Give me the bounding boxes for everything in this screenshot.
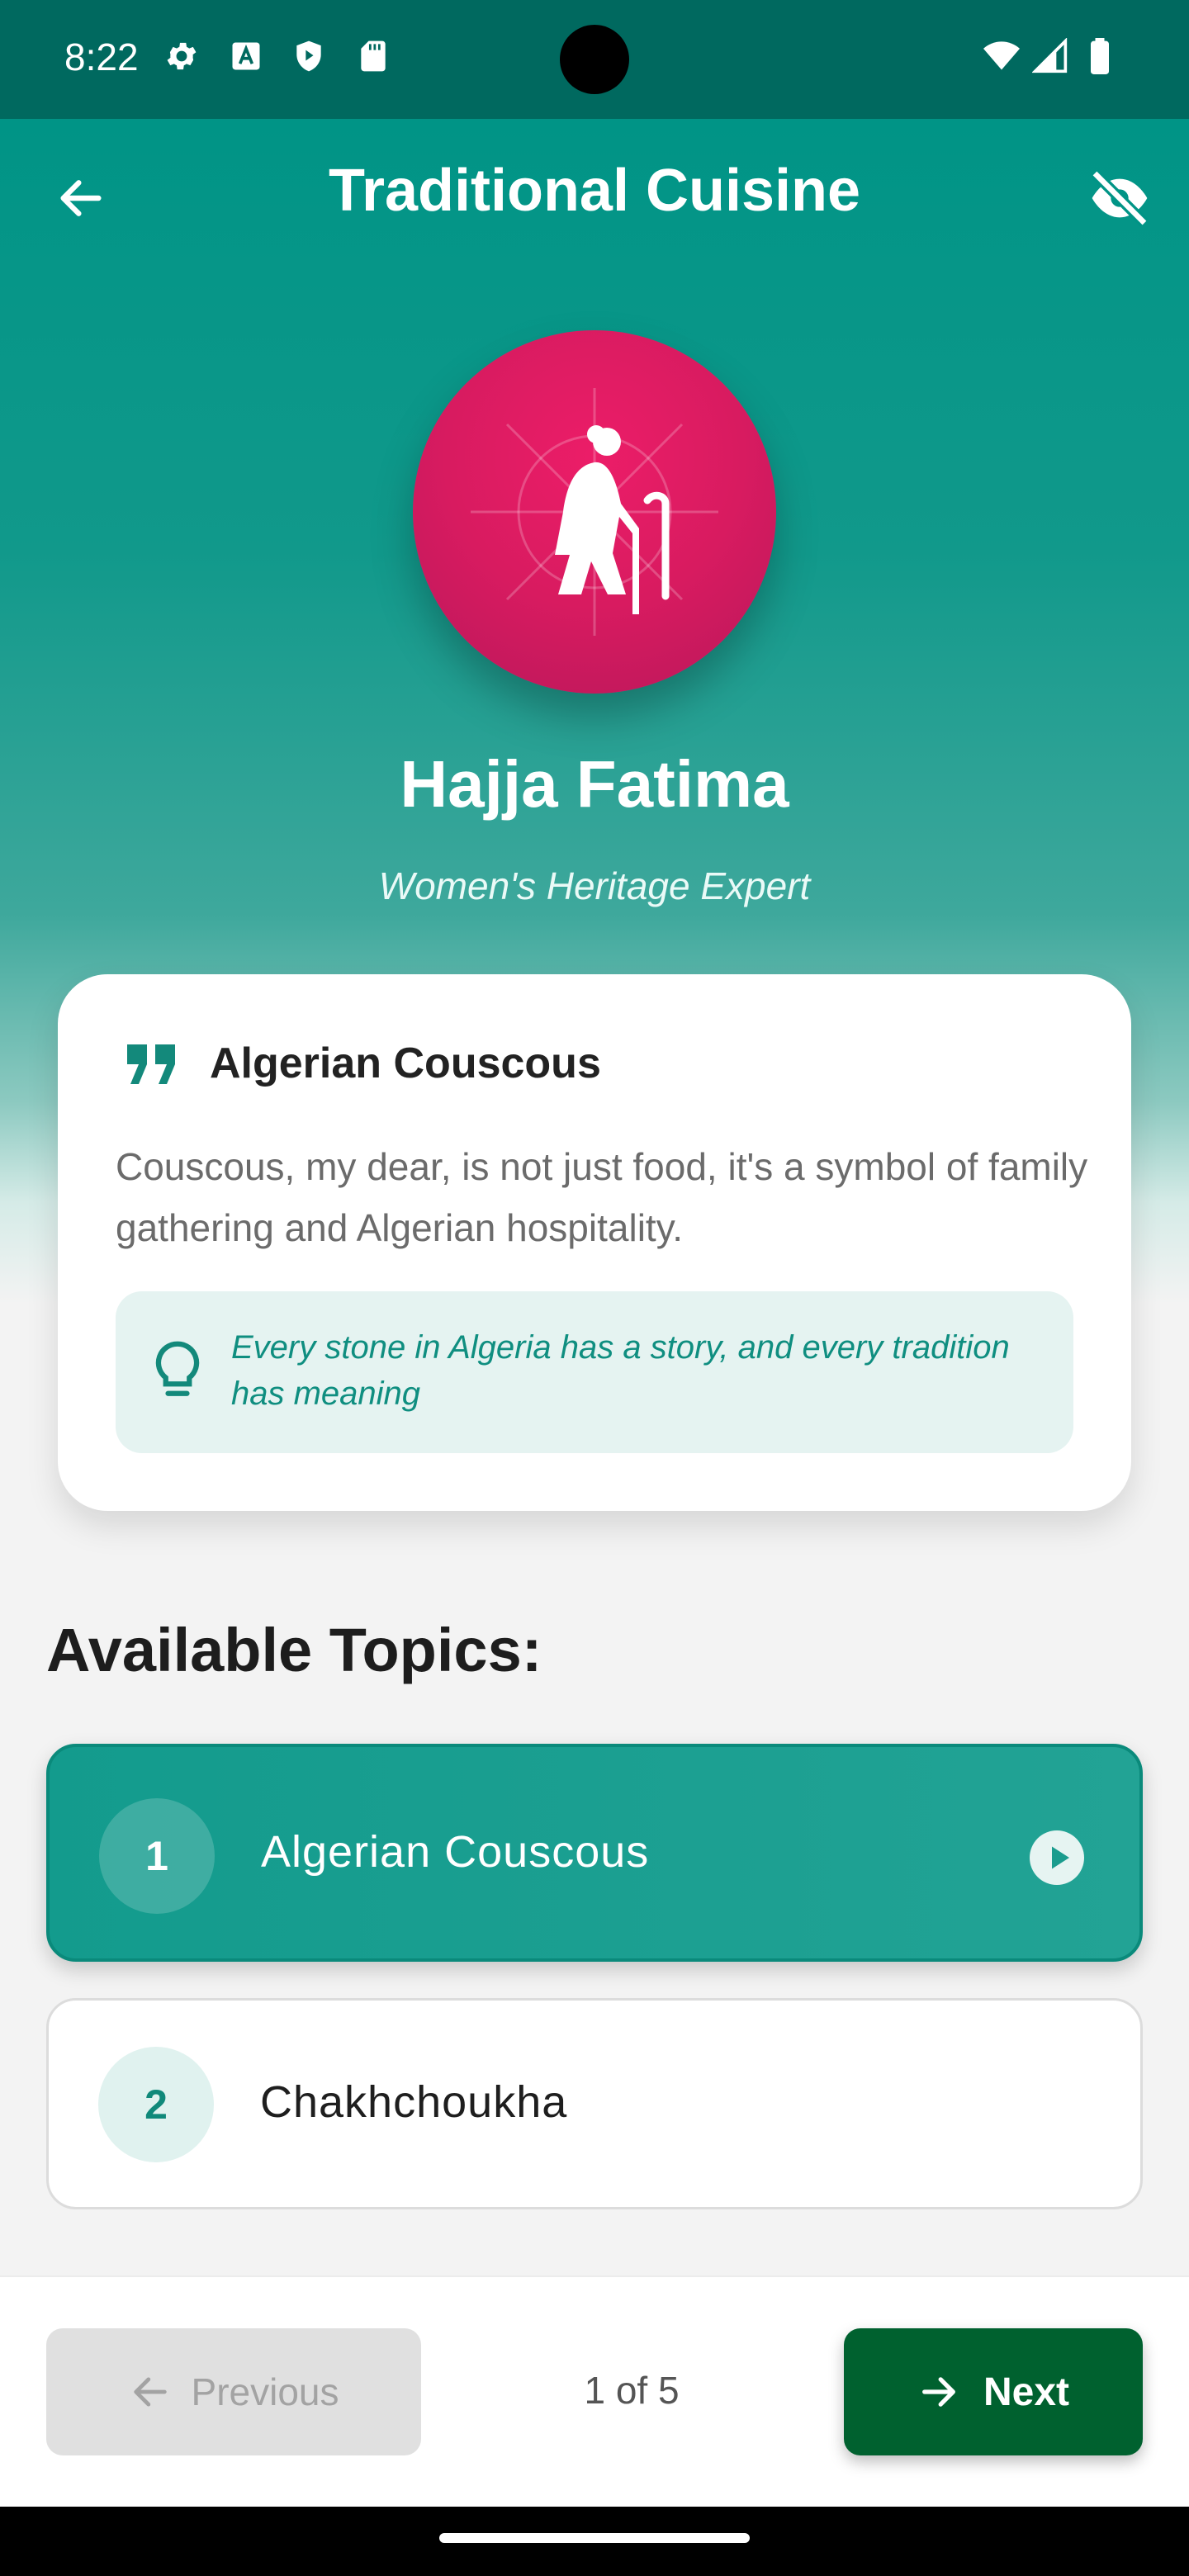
- quote-card: Algerian Couscous Couscous, my dear, is …: [58, 974, 1131, 1511]
- tip-text: Every stone in Algeria has a story, and …: [231, 1329, 1010, 1412]
- status-time: 8:22: [64, 36, 139, 78]
- wifi-icon: [983, 41, 1020, 70]
- page-title: Traditional Cuisine: [328, 158, 861, 224]
- bottom-navigation: Previous 1 of 5 Next: [0, 2275, 1189, 2507]
- cell-signal-icon: [1032, 38, 1068, 73]
- tip-box: Every stone in Algeria has a story, and …: [116, 1291, 1073, 1453]
- expert-name: Hajja Fatima: [400, 747, 789, 821]
- sd-card-icon: [361, 40, 386, 72]
- previous-label: Previous: [191, 2370, 339, 2413]
- arrow-forward-icon: [922, 2377, 955, 2407]
- visibility-off-icon: [1091, 169, 1149, 227]
- format-quote-icon: [127, 1044, 175, 1084]
- topic-label: Algerian Couscous: [261, 1827, 650, 1877]
- quote-title: Algerian Couscous: [210, 1039, 601, 1087]
- topics-heading: Available Topics:: [46, 1616, 542, 1684]
- text-format-icon: [232, 42, 260, 70]
- previous-button[interactable]: Previous: [46, 2328, 421, 2455]
- topic-item-chakhchoukha[interactable]: 2 Chakhchoukha: [46, 1998, 1143, 2209]
- system-nav-bar: [0, 2507, 1189, 2576]
- topic-number: 2: [98, 2047, 214, 2162]
- visibility-toggle-button[interactable]: [1080, 159, 1159, 238]
- expert-avatar: [413, 330, 776, 694]
- topic-number: 1: [99, 1798, 215, 1914]
- camera-cutout: [560, 25, 629, 94]
- elderly-woman-icon: [471, 388, 718, 636]
- status-bar: 8:22: [0, 0, 1189, 119]
- play-circle-icon[interactable]: [1027, 1828, 1087, 1887]
- page-indicator: 1 of 5: [584, 2369, 680, 2412]
- topic-label: Chakhchoukha: [260, 2077, 568, 2127]
- expert-role: Women's Heritage Expert: [378, 864, 811, 907]
- arrow-back-icon: [133, 2377, 167, 2407]
- quote-text: Couscous, my dear, is not just food, it'…: [116, 1145, 1088, 1249]
- next-button[interactable]: Next: [844, 2328, 1143, 2455]
- topic-item-algerian-couscous[interactable]: 1 Algerian Couscous: [46, 1744, 1143, 1962]
- next-label: Next: [983, 2370, 1070, 2414]
- battery-icon: [1091, 38, 1109, 74]
- lightbulb-icon: [155, 1341, 200, 1396]
- home-indicator[interactable]: [439, 2533, 750, 2543]
- settings-icon: [167, 42, 197, 70]
- shield-play-icon: [296, 40, 321, 72]
